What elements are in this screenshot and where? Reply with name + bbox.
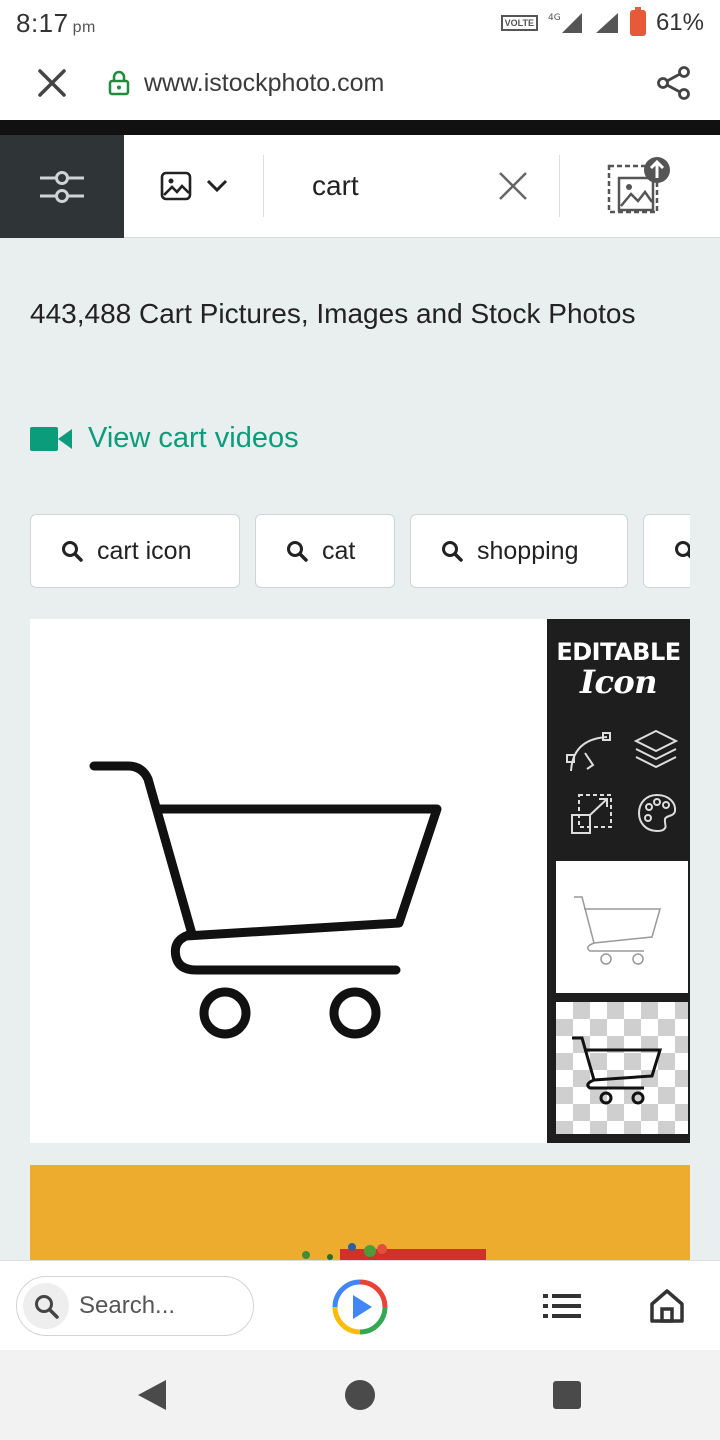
resize-icon (571, 794, 612, 834)
chip-cart-icon[interactable]: cart icon (30, 514, 240, 588)
video-camera-icon (30, 426, 72, 451)
recents-button[interactable] (553, 1381, 581, 1409)
back-button[interactable] (136, 1378, 168, 1417)
sliders-icon (40, 170, 84, 203)
bottom-toolbar: Search... (0, 1260, 720, 1350)
home-nav-button[interactable] (345, 1380, 375, 1410)
bottom-search-placeholder: Search... (79, 1292, 176, 1319)
home-icon (650, 1289, 684, 1323)
status-bar: 8:17 pm VOLTE 4G 61% (0, 0, 720, 46)
svg-text:4G: 4G (548, 13, 561, 23)
grocery-cart-photo (302, 1243, 486, 1260)
chevron-down-icon (206, 179, 227, 193)
palette-icon (637, 793, 677, 833)
search-icon (62, 541, 83, 562)
shopping-cart-icon (572, 1036, 663, 1105)
badge-line1: EDITABLE (556, 638, 681, 666)
search-icon (442, 541, 463, 562)
lock-icon (108, 70, 130, 96)
volte-icon: VOLTE (500, 15, 538, 31)
system-nav-bar (0, 1350, 720, 1440)
search-results: 443,488 Cart Pictures, Images and Stock … (0, 238, 720, 1260)
play-button[interactable] (331, 1278, 389, 1341)
view-videos-label: View cart videos (88, 422, 299, 454)
status-time: 8:17 pm (16, 7, 96, 38)
search-icon (287, 541, 308, 562)
search-icon (675, 541, 690, 559)
search-toolbar: cart (0, 135, 720, 238)
results-title: 443,488 Cart Pictures, Images and Stock … (30, 298, 636, 329)
battery-icon (629, 7, 646, 36)
chip-cat[interactable]: cat (255, 514, 395, 588)
close-icon (498, 172, 527, 200)
url-text: www.istockphoto.com (144, 68, 385, 97)
share-icon (657, 66, 690, 100)
chip-shopping[interactable]: shopping (410, 514, 628, 588)
play-icon (332, 1279, 388, 1335)
result-image-cart-icon[interactable]: EDITABLE Icon (30, 619, 690, 1143)
status-ampm: pm (72, 18, 96, 36)
view-videos-link[interactable]: View cart videos (30, 422, 299, 455)
battery-percent: 61% (655, 9, 704, 36)
editable-icon-badge: EDITABLE Icon (547, 639, 690, 699)
home-button[interactable] (648, 1287, 686, 1330)
bezier-pen-icon (566, 732, 611, 772)
filter-button[interactable] (0, 135, 124, 238)
browser-bar: www.istockphoto.com (0, 46, 720, 120)
share-button[interactable] (628, 65, 720, 101)
signal-icon (594, 11, 620, 35)
related-searches: cart icon cat shopping (30, 514, 690, 590)
back-icon (138, 1380, 166, 1410)
badge-line2: Icon (579, 663, 658, 701)
chip-label: cart icon (97, 536, 192, 565)
thumbnail-thin-cart (556, 861, 688, 993)
chip-label: cat (322, 536, 356, 565)
thumbnail-transparent-cart (556, 1002, 688, 1134)
signal-4g-icon: 4G (548, 11, 584, 35)
shopping-cart-icon (89, 761, 442, 1039)
image-icon (160, 171, 191, 201)
result-image-grocery-cart[interactable] (30, 1165, 690, 1260)
page-header-strip (0, 120, 720, 135)
media-type-dropdown[interactable] (124, 155, 264, 217)
image-search-upload-button[interactable] (560, 135, 720, 237)
chip-label: shopping (477, 536, 579, 565)
list-icon (543, 1294, 581, 1318)
editable-icon-panel: EDITABLE Icon (547, 619, 690, 1143)
search-input[interactable]: cart (264, 135, 466, 237)
status-icons: VOLTE 4G 61% (500, 7, 704, 37)
bottom-search-field[interactable]: Search... (16, 1276, 254, 1336)
layers-icon (633, 729, 679, 769)
image-upload-icon (607, 157, 670, 214)
search-icon (23, 1283, 69, 1329)
clear-search-button[interactable] (466, 155, 560, 217)
url-bar[interactable]: www.istockphoto.com (0, 69, 628, 98)
list-button[interactable] (543, 1291, 581, 1326)
chip-more[interactable] (643, 514, 690, 588)
shopping-cart-icon (574, 896, 661, 965)
